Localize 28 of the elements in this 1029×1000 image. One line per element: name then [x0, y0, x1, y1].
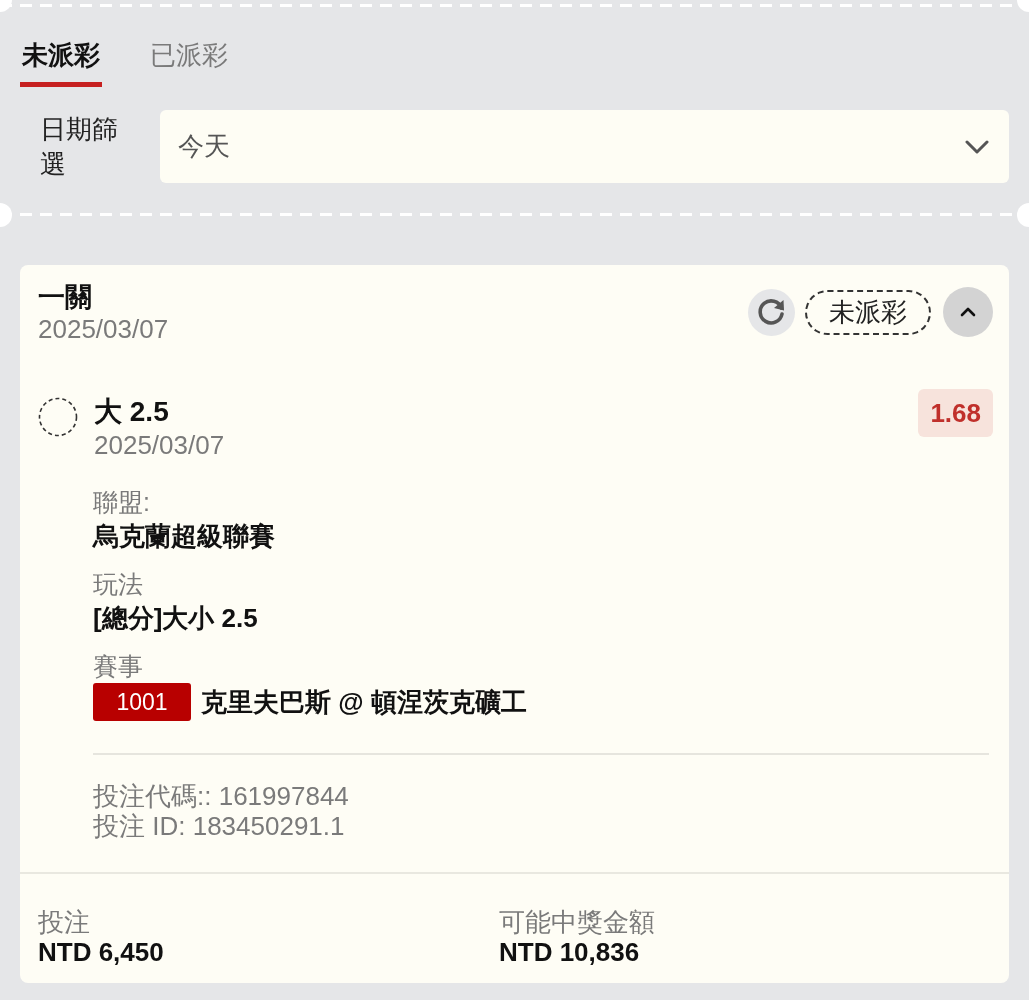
selection-date: 2025/03/07: [94, 429, 225, 461]
payout-amount: NTD 10,836: [499, 937, 640, 967]
bet-code-text: 投注代碼:: 161997844: [93, 781, 349, 811]
match-name: 克里夫巴斯 @ 頓涅茨克礦工: [201, 686, 527, 719]
odds-badge: 1.68: [918, 389, 993, 437]
tab[interactable]: 未派彩: [20, 38, 102, 87]
field-label: 玩法: [93, 569, 143, 600]
stake-label: 投注: [38, 907, 90, 937]
refresh-button[interactable]: [748, 288, 795, 336]
chevron-down-icon: [965, 139, 989, 154]
field-label: 聯盟:: [93, 487, 150, 518]
payout-label: 可能中獎金額: [499, 907, 655, 937]
collapse-button[interactable]: [943, 287, 993, 337]
field-value: [總分]大小 2.5: [93, 602, 258, 635]
bet-type-title: 一關: [38, 281, 92, 313]
bet-date: 2025/03/07: [38, 313, 169, 345]
match-code-badge: 1001: [93, 683, 191, 721]
date-select[interactable]: 今天: [160, 110, 1009, 183]
stake-amount: NTD 6,450: [38, 937, 164, 967]
field-label: 賽事: [93, 651, 143, 682]
status-badge: 未派彩: [805, 289, 931, 335]
dashed-circle-icon: [38, 397, 78, 437]
bet-id-text: 投注 ID: 183450291.1: [93, 811, 345, 841]
selection-pick: 大 2.5: [94, 395, 169, 429]
caret-up-icon: [960, 307, 976, 317]
filter-label: 日期篩選: [40, 112, 119, 181]
field-value: 烏克蘭超級聯賽: [93, 520, 275, 553]
refresh-icon: [756, 297, 787, 327]
